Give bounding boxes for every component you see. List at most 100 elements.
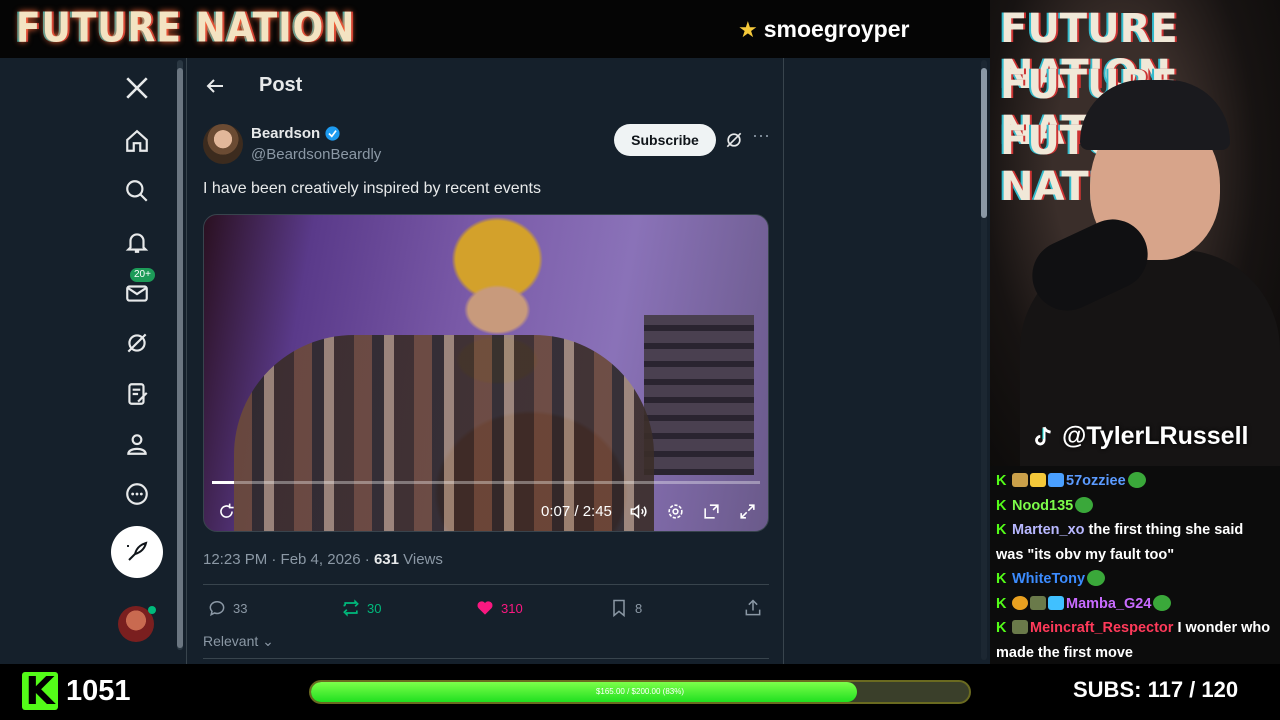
crown-icon [1030, 473, 1046, 487]
like-count: 310 [501, 600, 523, 616]
chat-username[interactable]: Meincraft_Respector [1030, 620, 1173, 636]
post-more-icon[interactable]: ··· [750, 126, 772, 150]
chevron-down-icon: ⌄ [258, 633, 274, 649]
notifications-icon[interactable] [121, 226, 153, 258]
badge-icon [1012, 620, 1028, 634]
tiktok-logo-icon [1035, 426, 1051, 445]
chat-message: K 57ozziee [996, 469, 1274, 494]
grok-icon[interactable] [121, 327, 153, 359]
compose-post-button[interactable] [111, 526, 163, 578]
reply-count: 33 [233, 600, 248, 616]
kick-icon: K [996, 595, 1007, 612]
cube-icon [1048, 595, 1064, 610]
channel-name: ★ smoegroyper [738, 16, 909, 43]
video-progress-bar[interactable] [212, 481, 760, 484]
kick-icon: K [996, 497, 1007, 514]
stream-bottom-bar: K 1051 $165.00 / $200.00 (83%) SUBS: 117… [0, 664, 1280, 720]
chat-username[interactable]: Nood135 [1012, 498, 1073, 514]
donation-goal-text: $165.00 / $200.00 (83%) [595, 687, 685, 696]
stream-top-banner: FUTURE NATION ★ smoegroyper [0, 0, 990, 58]
badge-icon [1012, 473, 1028, 487]
kick-icon: K [996, 620, 1007, 636]
channel-name-label: smoegroyper [763, 16, 910, 42]
donation-goal-bar: $165.00 / $200.00 (83%) [309, 680, 971, 704]
chat-message: K WhiteTony [996, 567, 1274, 592]
follower-count: 1051 [66, 675, 131, 707]
right-scrollbar-thumb[interactable] [981, 68, 987, 218]
bookmark-icon [613, 599, 625, 618]
reply-sort-label: Relevant [203, 633, 259, 649]
settings-gear-icon[interactable] [665, 501, 685, 521]
heart-icon [477, 601, 493, 615]
repost-button[interactable]: 30 [341, 598, 381, 618]
like-button[interactable]: 310 [475, 598, 523, 618]
views-count: 631 [373, 551, 399, 568]
back-arrow-icon[interactable] [203, 74, 227, 98]
author-avatar[interactable] [203, 124, 243, 164]
subs-value: 117 / 120 [1147, 677, 1239, 702]
chat-message: K Mamba_G24 [996, 592, 1274, 617]
left-scrollbar-thumb[interactable] [177, 68, 183, 648]
replay-icon[interactable] [216, 501, 236, 521]
share-icon [745, 599, 761, 616]
reply-sort-dropdown[interactable]: Relevant ⌄ [203, 633, 274, 650]
author-name[interactable]: Beardson [251, 125, 341, 142]
emote-icon [1127, 472, 1146, 488]
tiktok-handle: @TylerLRussell [1030, 422, 1248, 451]
emote-icon [1075, 496, 1094, 513]
repost-icon [343, 599, 359, 617]
chat-message: K Meincraft_Respector I wonder who made t… [996, 616, 1274, 665]
online-dot [148, 606, 156, 614]
reply-button[interactable]: 33 [207, 598, 247, 618]
bookmark-count: 8 [635, 600, 643, 616]
picture-in-picture-icon[interactable] [701, 501, 721, 521]
account-avatar[interactable] [118, 606, 156, 642]
messages-badge: 20+ [129, 267, 156, 283]
subscribe-button[interactable]: Subscribe [614, 124, 716, 156]
brand-title: FUTURE NATION [16, 4, 356, 53]
premium-icon[interactable] [121, 378, 153, 410]
grok-analyze-icon[interactable] [724, 130, 744, 150]
post-column: Post Beardson @BeardsonBeardly Subscribe… [186, 58, 784, 664]
more-icon[interactable] [121, 478, 153, 510]
left-scrollbar[interactable] [177, 60, 183, 650]
chat-username[interactable]: WhiteTony [1012, 571, 1085, 587]
chat-username[interactable]: Mamba_G24 [1066, 596, 1151, 612]
views-label: Views [398, 551, 443, 568]
verified-badge-icon [325, 126, 340, 141]
home-icon[interactable] [121, 125, 153, 157]
post-header: Post [187, 58, 785, 114]
search-icon[interactable] [121, 175, 153, 207]
post-text: I have been creatively inspired by recen… [203, 180, 541, 197]
compose-icon [127, 541, 148, 561]
video-frame-shelf [644, 315, 754, 475]
badge-icon [1030, 595, 1046, 610]
kick-icon: K [996, 522, 1007, 538]
fullscreen-icon[interactable] [737, 501, 757, 521]
chat-username[interactable]: 57ozziee [1066, 473, 1126, 489]
author-handle[interactable]: @BeardsonBeardly [251, 146, 381, 163]
right-scrollbar[interactable] [981, 60, 987, 660]
bookmark-button[interactable]: 8 [609, 598, 642, 618]
divider [203, 584, 769, 585]
post-time-label: 12:23 PM · Feb 4, 2026 · [203, 551, 374, 568]
post-timestamp: 12:23 PM · Feb 4, 2026 · 631 Views [203, 551, 443, 568]
video-progress-fill [212, 481, 234, 484]
chat-message: K Nood135 [996, 494, 1274, 519]
sword-icon [1048, 473, 1064, 487]
chat-message: K Marten_xo the first thing she said was … [996, 518, 1274, 567]
reply-icon [209, 601, 225, 617]
messages-icon[interactable]: 20+ [121, 267, 156, 309]
chat-panel: K 57ozziee K Nood135 K Marten_xo the first … [990, 466, 1280, 666]
volume-icon[interactable] [628, 501, 648, 521]
star-icon: ★ [738, 16, 758, 42]
chat-username[interactable]: Marten_xo [1012, 522, 1085, 538]
profile-icon[interactable] [121, 428, 153, 460]
author-name-label: Beardson [251, 125, 321, 142]
video-player[interactable]: 0:07 / 2:45 [203, 214, 769, 532]
twitter-window: 20+ Post Beardson @BeardsonBeardly Subsc… [0, 58, 990, 664]
x-logo-icon[interactable] [121, 72, 153, 104]
share-button[interactable] [743, 598, 763, 618]
kick-icon: K [996, 473, 1007, 489]
video-time: 0:07 / 2:45 [541, 503, 612, 520]
